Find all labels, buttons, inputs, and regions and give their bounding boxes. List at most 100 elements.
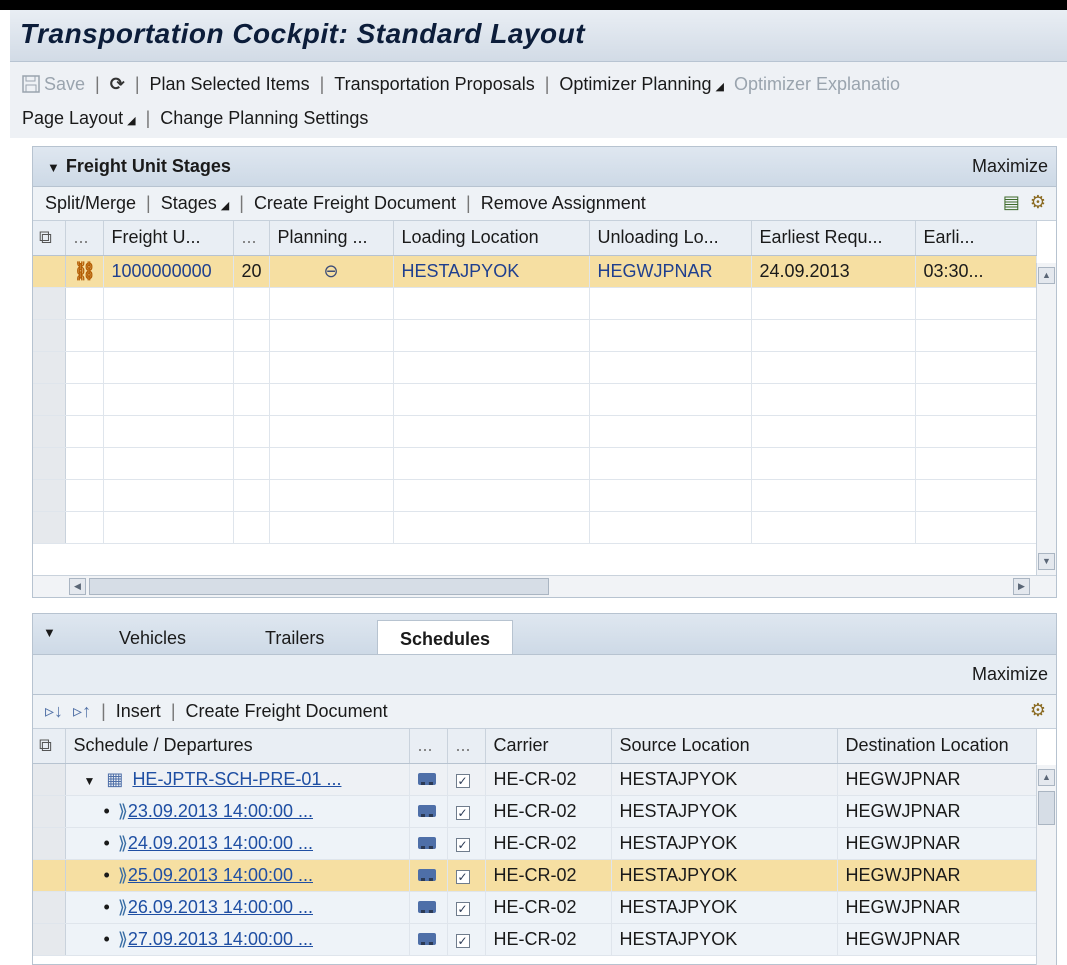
expand-triangle-icon[interactable]: ▼: [84, 774, 96, 788]
column-header[interactable]: Schedule / Departures: [65, 729, 410, 764]
checkbox-cell[interactable]: ✓: [447, 923, 486, 956]
scroll-up-icon[interactable]: ▲: [1038, 267, 1055, 284]
stages-menu[interactable]: Stages ◢: [161, 193, 230, 214]
source-location-cell: HESTAJPYOK: [611, 763, 838, 796]
personalize-icon[interactable]: ⚙: [1030, 700, 1046, 721]
tab-trailers[interactable]: Trailers: [243, 620, 346, 656]
table-row[interactable]: ⛓ 1000000000 20 ⊖ HESTAJPYOK HEGWJPNAR 2…: [33, 255, 1037, 288]
create-freight-document-button[interactable]: Create Freight Document: [254, 193, 456, 214]
table-row[interactable]: • ⟫26.09.2013 14:00:00 ... ✓ HE-CR-02 HES…: [33, 891, 1037, 924]
row-selector[interactable]: [33, 795, 66, 828]
menu-triangle-icon: ◢: [127, 114, 136, 127]
transportation-proposals-button[interactable]: Transportation Proposals: [334, 74, 534, 95]
collapse-triangle-icon: ▼: [47, 160, 60, 175]
split-merge-button[interactable]: Split/Merge: [45, 193, 136, 214]
panel-toolbar-icons: ▤ ⚙: [1003, 192, 1046, 213]
unloading-location-cell[interactable]: HEGWJPNAR: [589, 255, 752, 288]
departure-link[interactable]: 24.09.2013 14:00:00 ...: [128, 833, 313, 853]
column-header[interactable]: Unloading Lo...: [589, 221, 752, 256]
column-header[interactable]: Loading Location: [393, 221, 590, 256]
select-all-icon[interactable]: ⧉: [33, 221, 66, 256]
column-header[interactable]: Freight U...: [103, 221, 234, 256]
vertical-scrollbar[interactable]: ▲ ▼: [1036, 263, 1056, 575]
checkbox-checked[interactable]: ✓: [455, 773, 470, 788]
scroll-thumb[interactable]: [1038, 791, 1055, 825]
departure-icon: ⟫: [117, 800, 128, 821]
create-freight-document-button[interactable]: Create Freight Document: [186, 701, 388, 722]
optimizer-planning-menu[interactable]: Optimizer Planning ◢: [559, 74, 724, 95]
checkbox-checked[interactable]: ✓: [455, 901, 470, 916]
insert-button[interactable]: Insert: [116, 701, 161, 722]
scroll-up-icon[interactable]: ▲: [1038, 769, 1055, 786]
move-down-icon[interactable]: ▹↓: [45, 701, 63, 722]
row-selector[interactable]: [33, 763, 66, 796]
tab-vehicles[interactable]: Vehicles: [97, 620, 208, 656]
column-header[interactable]: Destination Location: [837, 729, 1037, 764]
save-button[interactable]: Save: [22, 74, 85, 95]
row-selector[interactable]: [33, 891, 66, 924]
horizontal-scrollbar[interactable]: ◀ ▶: [33, 575, 1056, 597]
checkbox-cell[interactable]: ✓: [447, 859, 486, 892]
row-selector[interactable]: [33, 923, 66, 956]
column-header[interactable]: Planning ...: [269, 221, 394, 256]
tab-schedules[interactable]: Schedules: [377, 620, 514, 657]
checkbox-cell[interactable]: ✓: [447, 827, 486, 860]
table-row[interactable]: • ⟫24.09.2013 14:00:00 ... ✓ HE-CR-02 HES…: [33, 827, 1037, 860]
departure-link[interactable]: 26.09.2013 14:00:00 ...: [128, 897, 313, 917]
table-row[interactable]: • ⟫25.09.2013 14:00:00 ... ✓ HE-CR-02 HES…: [33, 859, 1037, 892]
source-location-cell: HESTAJPYOK: [611, 923, 838, 956]
row-selector[interactable]: [33, 827, 66, 860]
scroll-right-icon[interactable]: ▶: [1013, 578, 1030, 595]
toolbar-separator: |: [145, 107, 151, 128]
table-row[interactable]: • ⟫27.09.2013 14:00:00 ... ✓ HE-CR-02 HES…: [33, 923, 1037, 956]
column-header[interactable]: ...: [447, 729, 486, 764]
checkbox-checked[interactable]: ✓: [455, 933, 470, 948]
move-up-icon[interactable]: ▹↑: [73, 701, 91, 722]
select-all-icon[interactable]: ⧉: [33, 729, 66, 764]
table-row[interactable]: • ⟫23.09.2013 14:00:00 ... ✓ HE-CR-02 HES…: [33, 795, 1037, 828]
personalize-icon[interactable]: ⚙: [1030, 192, 1046, 213]
column-header[interactable]: Earliest Requ...: [751, 221, 916, 256]
vehicle-icon-cell: [409, 859, 448, 892]
column-header[interactable]: Carrier: [485, 729, 612, 764]
departure-link[interactable]: 27.09.2013 14:00:00 ...: [128, 929, 313, 949]
column-header[interactable]: ...: [409, 729, 448, 764]
table-row[interactable]: ▼ ▦ HE-JPTR-SCH-PRE-01 ... ✓ HE-CR-02 HE…: [33, 763, 1037, 796]
freight-unit-cell[interactable]: 1000000000: [103, 255, 234, 288]
optimizer-explanation-button[interactable]: Optimizer Explanatio: [734, 74, 900, 95]
toolbar-separator: |: [239, 193, 244, 213]
remove-assignment-button[interactable]: Remove Assignment: [481, 193, 646, 214]
vehicle-icon-cell: [409, 891, 448, 924]
plan-selected-items-button[interactable]: Plan Selected Items: [150, 74, 310, 95]
refresh-icon[interactable]: ⟳: [110, 74, 125, 95]
column-header[interactable]: Source Location: [611, 729, 838, 764]
checkbox-checked[interactable]: ✓: [455, 805, 470, 820]
row-selector[interactable]: [33, 255, 66, 288]
checkbox-checked[interactable]: ✓: [455, 869, 470, 884]
maximize-button[interactable]: Maximize: [972, 664, 1048, 685]
scroll-thumb[interactable]: [89, 578, 549, 595]
column-header[interactable]: ...: [233, 221, 270, 256]
schedule-link[interactable]: HE-JPTR-SCH-PRE-01 ...: [132, 769, 341, 789]
truck-icon: [417, 804, 436, 817]
destination-location-cell: HEGWJPNAR: [837, 923, 1037, 956]
departure-link[interactable]: 25.09.2013 14:00:00 ...: [128, 865, 313, 885]
checkbox-cell[interactable]: ✓: [447, 795, 486, 828]
change-planning-settings-button[interactable]: Change Planning Settings: [160, 108, 368, 129]
checkbox-cell[interactable]: ✓: [447, 891, 486, 924]
checkbox-checked[interactable]: ✓: [455, 837, 470, 852]
column-header[interactable]: Earli...: [915, 221, 1037, 256]
freight-panel-title[interactable]: ▼ Freight Unit Stages: [47, 156, 231, 177]
page-layout-menu[interactable]: Page Layout ◢: [22, 108, 136, 129]
vertical-scrollbar[interactable]: ▲: [1036, 765, 1056, 965]
checkbox-cell[interactable]: ✓: [447, 763, 486, 796]
scroll-down-icon[interactable]: ▼: [1038, 553, 1055, 570]
scroll-left-icon[interactable]: ◀: [69, 578, 86, 595]
departure-link[interactable]: 23.09.2013 14:00:00 ...: [128, 801, 313, 821]
column-header[interactable]: ...: [65, 221, 104, 256]
collapse-triangle-icon[interactable]: ▼: [43, 625, 56, 640]
row-selector[interactable]: [33, 859, 66, 892]
export-icon[interactable]: ▤: [1003, 192, 1020, 213]
loading-location-cell[interactable]: HESTAJPYOK: [393, 255, 590, 288]
maximize-button[interactable]: Maximize: [972, 156, 1048, 177]
